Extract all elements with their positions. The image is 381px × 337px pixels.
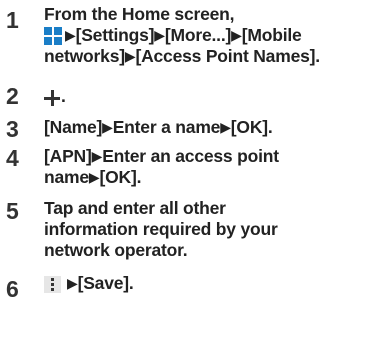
arrow-icon: ▶ — [154, 27, 165, 43]
arrow-icon: ▶ — [102, 119, 113, 135]
menu-path-item: [OK]. — [99, 167, 142, 187]
menu-path-item: [OK]. — [230, 117, 273, 137]
arrow-icon: ▶ — [220, 119, 231, 135]
step-number: 6 — [6, 276, 19, 302]
arrow-icon: ▶ — [67, 275, 78, 291]
step-number: 5 — [6, 198, 19, 224]
step-text: ▶[Save]. — [44, 273, 379, 294]
apps-grid-icon — [44, 27, 62, 45]
step-line: networks]▶[Access Point Names]. — [44, 46, 379, 67]
step-number: 3 — [6, 116, 19, 142]
step-line: information required by your — [44, 219, 278, 239]
arrow-icon: ▶ — [88, 169, 100, 185]
arrow-icon: ▶ — [91, 148, 103, 164]
menu-path-item: [Mobile — [241, 25, 302, 45]
step-text: From the Home screen, ▶[Settings]▶[More.… — [44, 4, 379, 67]
step-number: 4 — [6, 145, 19, 171]
step-line: From the Home screen, — [44, 4, 235, 24]
menu-path-item: [Access Point Names]. — [135, 46, 320, 66]
instruction-text: Enter an access point — [102, 146, 279, 166]
step-line: [APN]▶Enter an access point — [44, 146, 379, 167]
arrow-icon: ▶ — [124, 48, 136, 64]
arrow-icon: ▶ — [65, 27, 76, 43]
menu-overflow-icon — [44, 276, 61, 293]
instruction-text: name — [44, 167, 89, 187]
step-number: 2 — [6, 83, 19, 109]
arrow-icon: ▶ — [231, 27, 242, 43]
plus-icon — [44, 90, 60, 106]
menu-path-item: [Save]. — [77, 273, 134, 293]
step-text: [APN]▶Enter an access point name▶[OK]. — [44, 146, 379, 188]
step-line: . — [61, 86, 66, 106]
step-line: Tap and enter all other — [44, 198, 226, 218]
menu-path-item: [Settings] — [75, 25, 155, 45]
step-line: network operator. — [44, 240, 188, 260]
menu-path-item: networks] — [44, 46, 125, 66]
step-line: name▶[OK]. — [44, 167, 379, 188]
menu-path-item: [Name] — [44, 117, 103, 137]
step-text: . — [44, 86, 379, 107]
menu-path-item: [More...] — [164, 25, 232, 45]
step-text: [Name]▶Enter a name▶[OK]. — [44, 117, 379, 138]
instruction-text: Enter a name — [112, 117, 221, 137]
step-line: ▶[Settings]▶[More...]▶[Mobile — [44, 25, 379, 46]
step-number: 1 — [6, 7, 19, 33]
step-text: Tap and enter all other information requ… — [44, 198, 379, 261]
menu-path-item: [APN] — [44, 146, 92, 166]
